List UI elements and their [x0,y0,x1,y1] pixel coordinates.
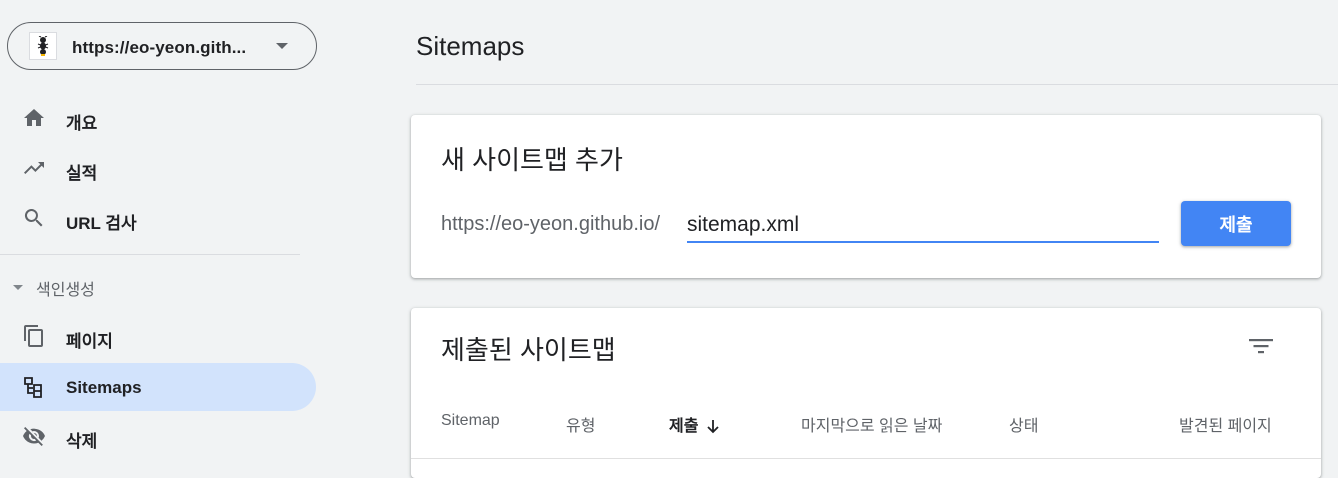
sidebar-item-performance[interactable]: 실적 [0,144,316,192]
column-header-label: 제출 [669,418,699,435]
column-header-submitted[interactable]: 제출 [669,412,720,436]
sidebar-item-label: 실적 [66,164,98,183]
home-icon [24,109,44,126]
column-header-status[interactable]: 상태 [1009,412,1038,436]
filter-icon[interactable] [1247,334,1275,358]
caret-down-icon [276,43,288,49]
column-header-type[interactable]: 유형 [566,412,595,436]
submitted-sitemaps-card: 제출된 사이트맵 Sitemap 유형 제출 마지막으로 읽은 날짜 상태 발견… [411,308,1321,478]
sitemap-icon [24,377,42,398]
title-divider [416,84,1338,85]
submit-button[interactable]: 제출 [1181,201,1291,246]
url-prefix: https://eo-yeon.github.io/ [441,213,661,235]
column-header-sitemap[interactable]: Sitemap [441,412,500,430]
property-selector[interactable]: https://eo-yeon.gith... [7,22,317,70]
page-title: Sitemaps [416,31,525,61]
property-url: https://eo-yeon.gith... [72,38,247,57]
card-title: 제출된 사이트맵 [441,335,616,365]
eye-off-icon [23,427,45,446]
copy-icon [24,325,43,347]
search-icon [24,209,43,227]
sidebar-item-label: 개요 [66,114,98,133]
sidebar-item-label: Sitemaps [66,378,142,397]
card-title: 새 사이트맵 추가 [441,145,623,175]
sidebar: https://eo-yeon.gith... 개요 실적 URL 검사 색인생… [0,0,330,462]
sidebar-item-url-inspection[interactable]: URL 검사 [0,194,316,242]
sidebar-item-overview[interactable]: 개요 [0,94,316,142]
sidebar-item-label: 페이지 [66,332,113,351]
trending-up-icon [24,162,44,174]
sidebar-item-pages[interactable]: 페이지 [0,312,316,360]
arrow-down-icon [707,419,720,434]
section-label: 색인생성 [36,282,95,299]
sidebar-item-label: URL 검사 [66,214,137,233]
sitemap-url-input[interactable] [687,209,1159,243]
add-sitemap-card: 새 사이트맵 추가 https://eo-yeon.github.io/ 제출 [411,115,1321,278]
sidebar-item-label: 삭제 [66,432,98,451]
column-header-discovered-pages[interactable]: 발견된 페이지 [1179,412,1272,436]
sidebar-item-removals[interactable]: 삭제 [0,412,316,460]
ant-icon [29,32,57,60]
sidebar-divider [0,254,300,255]
sidebar-item-sitemaps[interactable]: Sitemaps [0,363,316,411]
table-divider [411,458,1321,459]
column-header-last-read[interactable]: 마지막으로 읽은 날짜 [801,412,942,436]
caret-down-icon [13,285,23,290]
